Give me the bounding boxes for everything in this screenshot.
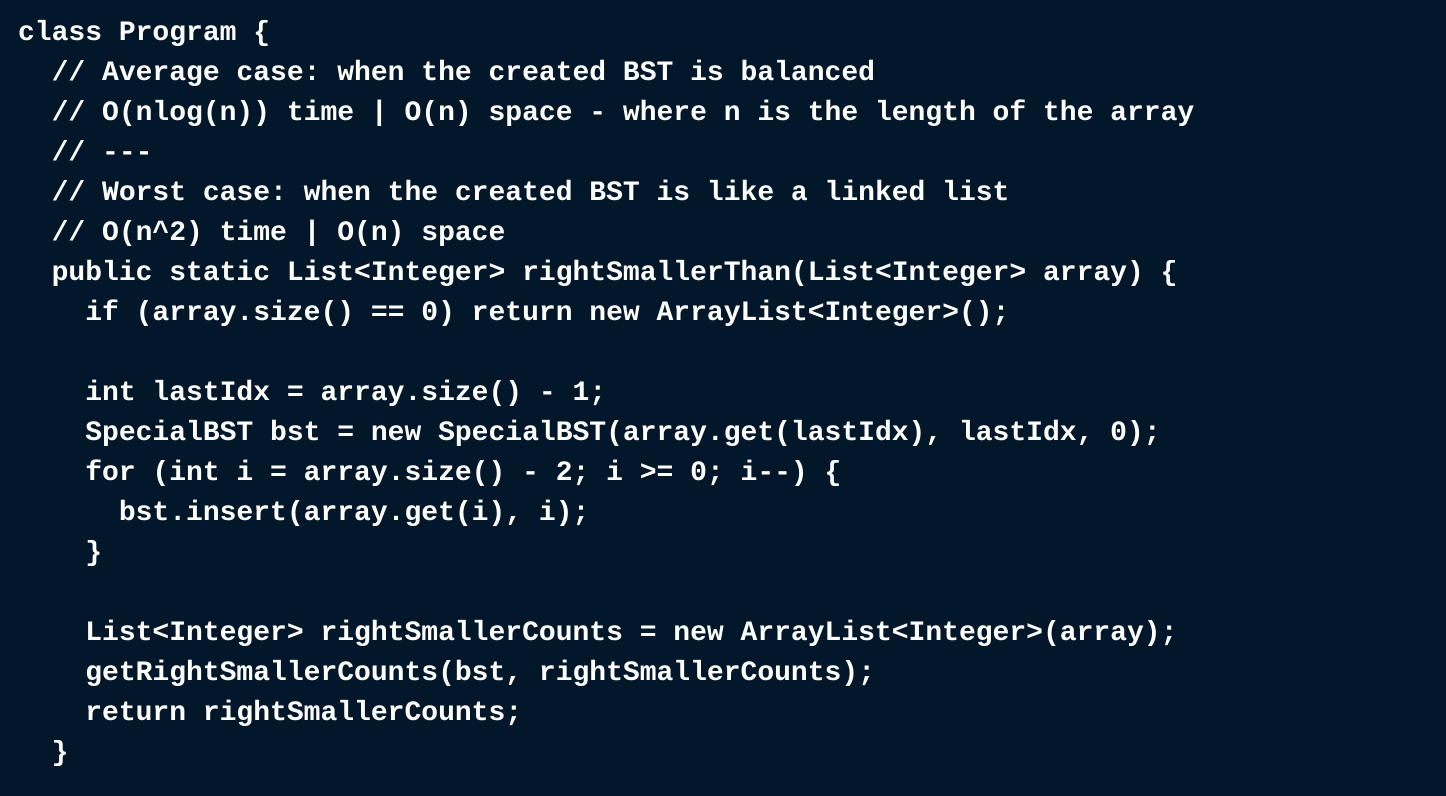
code-line: SpecialBST bst = new SpecialBST(array.ge… (18, 418, 1161, 449)
code-line: } (18, 738, 69, 769)
code-line: bst.insert(array.get(i), i); (18, 498, 590, 529)
code-line: return rightSmallerCounts; (18, 698, 523, 729)
code-line: getRightSmallerCounts(bst, rightSmallerC… (18, 658, 875, 689)
code-line: if (array.size() == 0) return new ArrayL… (18, 298, 1010, 329)
code-line: // O(nlog(n)) time | O(n) space - where … (18, 98, 1195, 129)
code-line: List<Integer> rightSmallerCounts = new A… (18, 618, 1178, 649)
code-block: class Program { // Average case: when th… (0, 0, 1446, 774)
code-line: // --- (18, 138, 153, 169)
code-line: // Worst case: when the created BST is l… (18, 178, 1010, 209)
code-line: for (int i = array.size() - 2; i >= 0; i… (18, 458, 842, 489)
code-line: public static List<Integer> rightSmaller… (18, 258, 1178, 289)
code-line: int lastIdx = array.size() - 1; (18, 378, 607, 409)
code-line: // Average case: when the created BST is… (18, 58, 875, 89)
code-line: class Program { (18, 18, 271, 49)
code-line: } (18, 538, 103, 569)
code-line: // O(n^2) time | O(n) space (18, 218, 506, 249)
